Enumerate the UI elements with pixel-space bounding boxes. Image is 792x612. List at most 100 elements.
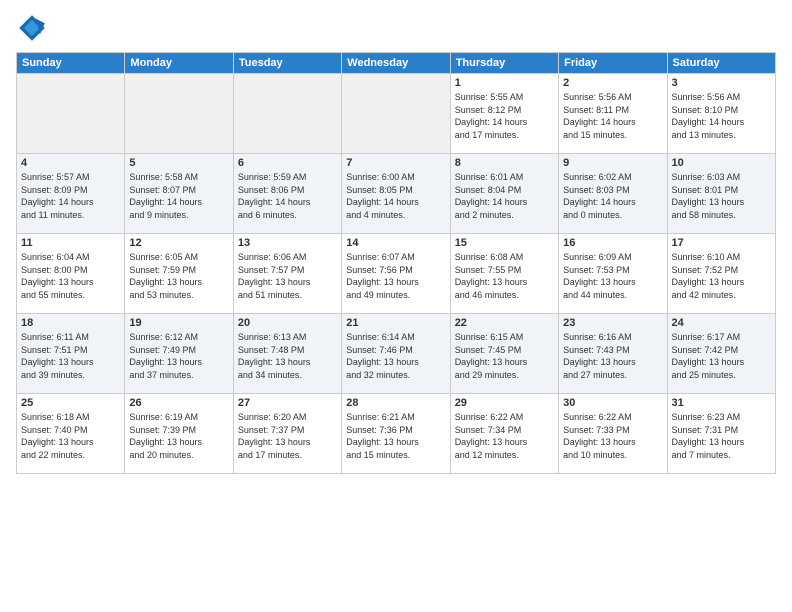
day-info: Sunrise: 6:00 AM Sunset: 8:05 PM Dayligh… xyxy=(346,171,445,221)
calendar-cell: 4 Sunrise: 5:57 AM Sunset: 8:09 PM Daylig… xyxy=(17,154,125,234)
header xyxy=(16,12,776,44)
day-info: Sunrise: 6:22 AM Sunset: 7:34 PM Dayligh… xyxy=(455,411,554,461)
day-info: Sunrise: 5:55 AM Sunset: 8:12 PM Dayligh… xyxy=(455,91,554,141)
day-number: 31 xyxy=(672,397,771,409)
calendar-cell: 13 Sunrise: 6:06 AM Sunset: 7:57 PM Dayli… xyxy=(233,234,341,314)
day-info: Sunrise: 6:18 AM Sunset: 7:40 PM Dayligh… xyxy=(21,411,120,461)
calendar-cell xyxy=(125,74,233,154)
day-number: 14 xyxy=(346,237,445,249)
page: SundayMondayTuesdayWednesdayThursdayFrid… xyxy=(0,0,792,612)
day-info: Sunrise: 6:14 AM Sunset: 7:46 PM Dayligh… xyxy=(346,331,445,381)
day-number: 19 xyxy=(129,317,228,329)
calendar-cell: 30 Sunrise: 6:22 AM Sunset: 7:33 PM Dayli… xyxy=(559,394,667,474)
day-number: 22 xyxy=(455,317,554,329)
calendar-cell: 8Sunrise: 6:01 AM Sunset: 8:04 PM Daylig… xyxy=(450,154,558,234)
calendar-cell: 16Sunrise: 6:09 AM Sunset: 7:53 PM Dayli… xyxy=(559,234,667,314)
day-info: Sunrise: 5:59 AM Sunset: 8:06 PM Dayligh… xyxy=(238,171,337,221)
calendar-cell: 26 Sunrise: 6:19 AM Sunset: 7:39 PM Dayli… xyxy=(125,394,233,474)
day-info: Sunrise: 6:07 AM Sunset: 7:56 PM Dayligh… xyxy=(346,251,445,301)
calendar-cell: 10Sunrise: 6:03 AM Sunset: 8:01 PM Dayli… xyxy=(667,154,775,234)
day-info: Sunrise: 6:02 AM Sunset: 8:03 PM Dayligh… xyxy=(563,171,662,221)
weekday-header-thursday: Thursday xyxy=(450,53,558,74)
calendar-week-3: 11 Sunrise: 6:04 AM Sunset: 8:00 PM Dayli… xyxy=(17,234,776,314)
calendar-cell: 17 Sunrise: 6:10 AM Sunset: 7:52 PM Dayli… xyxy=(667,234,775,314)
calendar-cell: 20 Sunrise: 6:13 AM Sunset: 7:48 PM Dayli… xyxy=(233,314,341,394)
day-info: Sunrise: 6:22 AM Sunset: 7:33 PM Dayligh… xyxy=(563,411,662,461)
day-info: Sunrise: 6:04 AM Sunset: 8:00 PM Dayligh… xyxy=(21,251,120,301)
day-number: 30 xyxy=(563,397,662,409)
day-number: 28 xyxy=(346,397,445,409)
day-number: 11 xyxy=(21,237,120,249)
calendar-table: SundayMondayTuesdayWednesdayThursdayFrid… xyxy=(16,52,776,474)
day-info: Sunrise: 6:15 AM Sunset: 7:45 PM Dayligh… xyxy=(455,331,554,381)
day-info: Sunrise: 6:13 AM Sunset: 7:48 PM Dayligh… xyxy=(238,331,337,381)
day-info: Sunrise: 5:56 AM Sunset: 8:11 PM Dayligh… xyxy=(563,91,662,141)
day-number: 23 xyxy=(563,317,662,329)
day-number: 25 xyxy=(21,397,120,409)
day-number: 13 xyxy=(238,237,337,249)
weekday-header-friday: Friday xyxy=(559,53,667,74)
calendar-cell: 12 Sunrise: 6:05 AM Sunset: 7:59 PM Dayli… xyxy=(125,234,233,314)
calendar-week-1: 1Sunrise: 5:55 AM Sunset: 8:12 PM Daylig… xyxy=(17,74,776,154)
day-number: 12 xyxy=(129,237,228,249)
day-number: 15 xyxy=(455,237,554,249)
calendar-cell: 18 Sunrise: 6:11 AM Sunset: 7:51 PM Dayli… xyxy=(17,314,125,394)
weekday-header-wednesday: Wednesday xyxy=(342,53,450,74)
day-number: 20 xyxy=(238,317,337,329)
day-info: Sunrise: 6:10 AM Sunset: 7:52 PM Dayligh… xyxy=(672,251,771,301)
day-info: Sunrise: 6:03 AM Sunset: 8:01 PM Dayligh… xyxy=(672,171,771,221)
day-number: 29 xyxy=(455,397,554,409)
day-info: Sunrise: 6:09 AM Sunset: 7:53 PM Dayligh… xyxy=(563,251,662,301)
day-info: Sunrise: 5:56 AM Sunset: 8:10 PM Dayligh… xyxy=(672,91,771,141)
day-info: Sunrise: 6:21 AM Sunset: 7:36 PM Dayligh… xyxy=(346,411,445,461)
day-number: 17 xyxy=(672,237,771,249)
day-info: Sunrise: 6:06 AM Sunset: 7:57 PM Dayligh… xyxy=(238,251,337,301)
day-number: 18 xyxy=(21,317,120,329)
day-info: Sunrise: 5:57 AM Sunset: 8:09 PM Dayligh… xyxy=(21,171,120,221)
day-number: 7 xyxy=(346,157,445,169)
calendar-week-4: 18 Sunrise: 6:11 AM Sunset: 7:51 PM Dayli… xyxy=(17,314,776,394)
calendar-cell: 28 Sunrise: 6:21 AM Sunset: 7:36 PM Dayli… xyxy=(342,394,450,474)
day-info: Sunrise: 6:20 AM Sunset: 7:37 PM Dayligh… xyxy=(238,411,337,461)
logo xyxy=(16,12,52,44)
day-info: Sunrise: 6:23 AM Sunset: 7:31 PM Dayligh… xyxy=(672,411,771,461)
calendar-cell: 31 Sunrise: 6:23 AM Sunset: 7:31 PM Dayli… xyxy=(667,394,775,474)
calendar-cell xyxy=(17,74,125,154)
calendar-cell: 5 Sunrise: 5:58 AM Sunset: 8:07 PM Daylig… xyxy=(125,154,233,234)
calendar-cell: 3 Sunrise: 5:56 AM Sunset: 8:10 PM Daylig… xyxy=(667,74,775,154)
day-number: 27 xyxy=(238,397,337,409)
calendar-cell: 15Sunrise: 6:08 AM Sunset: 7:55 PM Dayli… xyxy=(450,234,558,314)
day-number: 6 xyxy=(238,157,337,169)
weekday-header-monday: Monday xyxy=(125,53,233,74)
day-info: Sunrise: 6:16 AM Sunset: 7:43 PM Dayligh… xyxy=(563,331,662,381)
calendar-cell: 27 Sunrise: 6:20 AM Sunset: 7:37 PM Dayli… xyxy=(233,394,341,474)
day-number: 4 xyxy=(21,157,120,169)
calendar-cell: 1Sunrise: 5:55 AM Sunset: 8:12 PM Daylig… xyxy=(450,74,558,154)
calendar-cell: 19 Sunrise: 6:12 AM Sunset: 7:49 PM Dayli… xyxy=(125,314,233,394)
day-info: Sunrise: 6:19 AM Sunset: 7:39 PM Dayligh… xyxy=(129,411,228,461)
day-number: 9 xyxy=(563,157,662,169)
calendar-cell: 6 Sunrise: 5:59 AM Sunset: 8:06 PM Daylig… xyxy=(233,154,341,234)
calendar-cell: 7 Sunrise: 6:00 AM Sunset: 8:05 PM Daylig… xyxy=(342,154,450,234)
calendar-cell: 21 Sunrise: 6:14 AM Sunset: 7:46 PM Dayli… xyxy=(342,314,450,394)
day-number: 3 xyxy=(672,77,771,89)
day-number: 26 xyxy=(129,397,228,409)
calendar-cell xyxy=(233,74,341,154)
calendar-cell: 11 Sunrise: 6:04 AM Sunset: 8:00 PM Dayli… xyxy=(17,234,125,314)
day-info: Sunrise: 6:12 AM Sunset: 7:49 PM Dayligh… xyxy=(129,331,228,381)
logo-icon xyxy=(16,12,48,44)
day-info: Sunrise: 6:11 AM Sunset: 7:51 PM Dayligh… xyxy=(21,331,120,381)
calendar-cell: 2 Sunrise: 5:56 AM Sunset: 8:11 PM Daylig… xyxy=(559,74,667,154)
day-number: 21 xyxy=(346,317,445,329)
weekday-header-sunday: Sunday xyxy=(17,53,125,74)
day-info: Sunrise: 6:05 AM Sunset: 7:59 PM Dayligh… xyxy=(129,251,228,301)
weekday-header-saturday: Saturday xyxy=(667,53,775,74)
day-number: 2 xyxy=(563,77,662,89)
day-info: Sunrise: 5:58 AM Sunset: 8:07 PM Dayligh… xyxy=(129,171,228,221)
calendar-cell: 24Sunrise: 6:17 AM Sunset: 7:42 PM Dayli… xyxy=(667,314,775,394)
calendar-cell xyxy=(342,74,450,154)
calendar-week-5: 25 Sunrise: 6:18 AM Sunset: 7:40 PM Dayli… xyxy=(17,394,776,474)
day-number: 5 xyxy=(129,157,228,169)
calendar-cell: 22 Sunrise: 6:15 AM Sunset: 7:45 PM Dayli… xyxy=(450,314,558,394)
calendar-cell: 25 Sunrise: 6:18 AM Sunset: 7:40 PM Dayli… xyxy=(17,394,125,474)
